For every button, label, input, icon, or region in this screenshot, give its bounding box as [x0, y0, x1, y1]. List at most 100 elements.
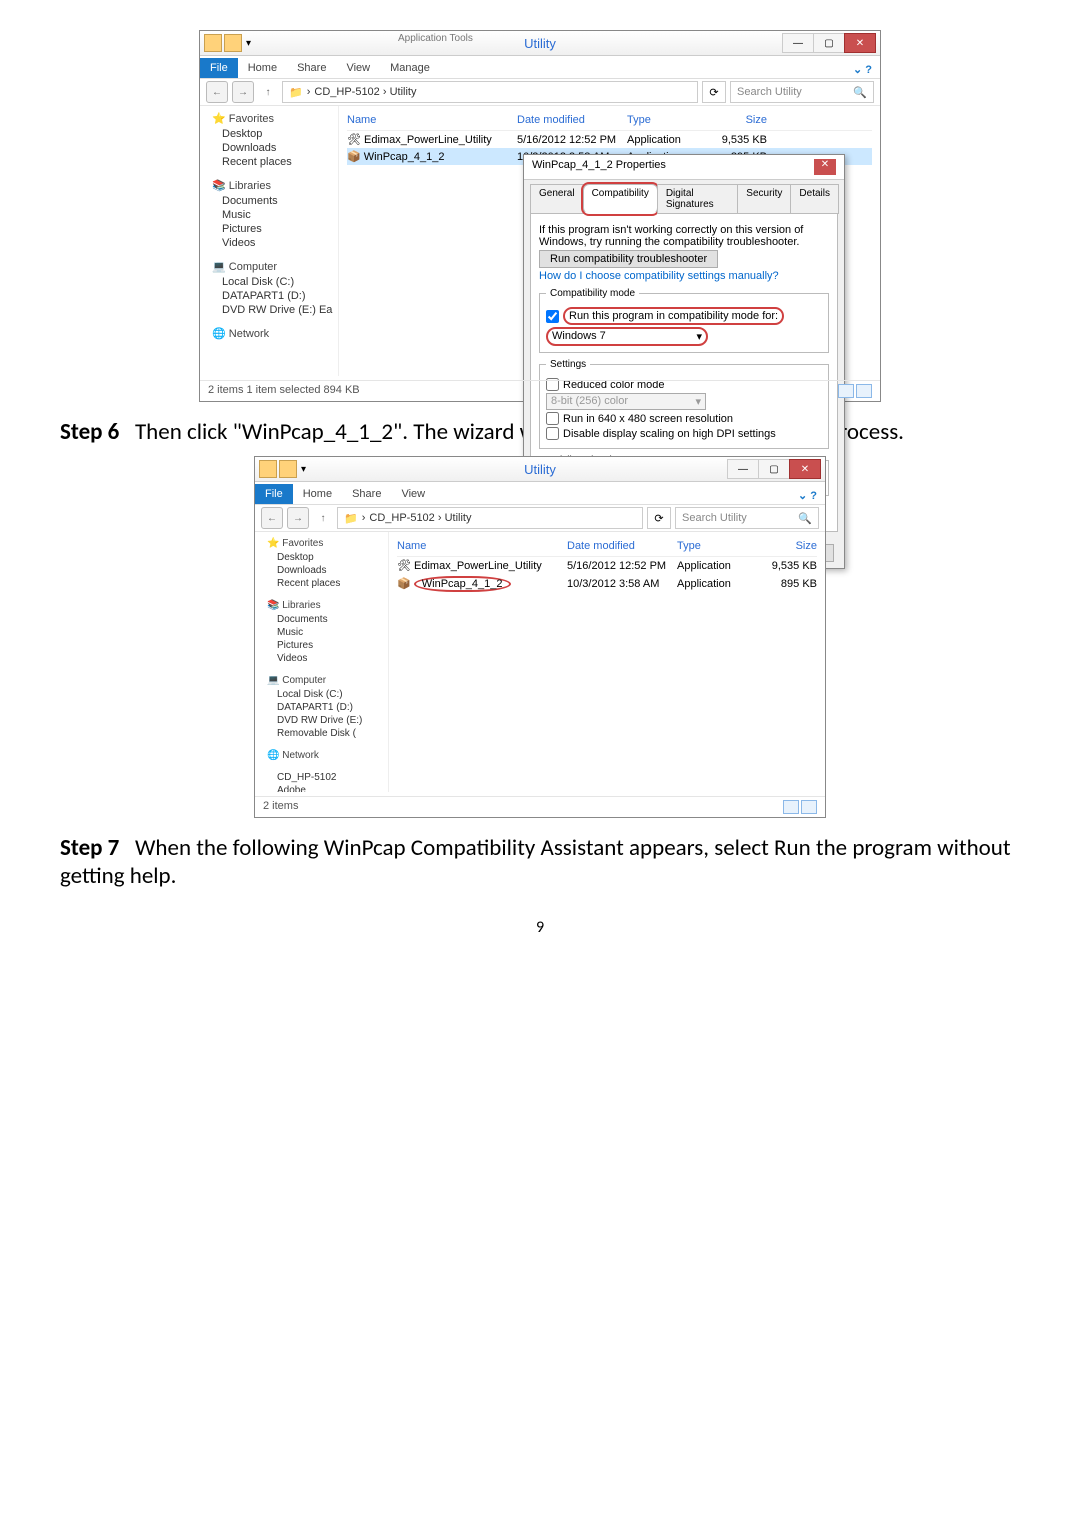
close-button[interactable]: ✕	[789, 459, 821, 479]
minimize-button[interactable]: —	[782, 33, 814, 53]
tab-general[interactable]: General	[530, 184, 584, 214]
maximize-button[interactable]: ▢	[813, 33, 845, 53]
libraries-header[interactable]: 📚 Libraries	[212, 179, 334, 192]
sidebar-desktop[interactable]: Desktop	[277, 551, 384, 564]
step7-text: Step 7 When the following WinPcap Compat…	[60, 834, 1020, 890]
breadcrumb[interactable]: 📁 › CD_HP-5102 › Utility	[282, 81, 698, 103]
help-icon[interactable]: ⌄ ?	[790, 487, 825, 504]
sidebar-drive-e[interactable]: DVD RW Drive (E:) Ea	[222, 303, 334, 317]
tab-details[interactable]: Details	[790, 184, 839, 214]
folder-icon	[204, 34, 222, 52]
refresh-button[interactable]: ⟳	[647, 507, 671, 529]
compat-mode-fieldset: Compatibility mode Run this program in c…	[539, 288, 829, 353]
sidebar-cd[interactable]: CD_HP-5102	[277, 771, 384, 784]
back-button[interactable]: ←	[261, 507, 283, 529]
ribbon-share[interactable]: Share	[287, 58, 336, 78]
sidebar-videos[interactable]: Videos	[222, 236, 334, 250]
sidebar-desktop[interactable]: Desktop	[222, 127, 334, 141]
back-button[interactable]: ←	[206, 81, 228, 103]
qat-dropdown[interactable]: ▾	[246, 38, 251, 49]
address-bar: ← → ↑ 📁 › CD_HP-5102 › Utility ⟳ Search …	[200, 79, 880, 106]
disable-dpi-checkbox[interactable]	[546, 427, 559, 440]
network-header[interactable]: 🌐 Network	[212, 327, 334, 340]
dialog-title: WinPcap_4_1_2 Properties	[532, 159, 666, 175]
tab-digital-signatures[interactable]: Digital Signatures	[657, 184, 738, 214]
file-row[interactable]: 🛠 Edimax_PowerLine_Utility5/16/2012 12:5…	[397, 557, 817, 574]
ribbon-view[interactable]: View	[336, 58, 380, 78]
tab-security[interactable]: Security	[737, 184, 791, 214]
ribbon-file[interactable]: File	[200, 58, 238, 78]
ribbon-manage[interactable]: Manage	[380, 58, 440, 78]
sidebar-documents[interactable]: Documents	[277, 613, 384, 626]
computer-header[interactable]: 💻 Computer	[267, 675, 384, 686]
sidebar-pictures[interactable]: Pictures	[222, 222, 334, 236]
sidebar-downloads[interactable]: Downloads	[277, 564, 384, 577]
refresh-button[interactable]: ⟳	[702, 81, 726, 103]
run-640x480-checkbox[interactable]	[546, 412, 559, 425]
file-row[interactable]: 📦 WinPcap_4_1_210/3/2012 3:58 AMApplicat…	[397, 574, 817, 594]
file-list: NameDate modifiedTypeSize 🛠 Edimax_Power…	[339, 106, 880, 376]
ribbon-home[interactable]: Home	[238, 58, 287, 78]
troubleshooter-button[interactable]: Run compatibility troubleshooter	[539, 250, 718, 268]
sidebar-drive-d[interactable]: DATAPART1 (D:)	[277, 701, 384, 714]
settings-fieldset: Settings Reduced color mode 8-bit (256) …	[539, 359, 829, 449]
column-headers[interactable]: NameDate modifiedTypeSize	[397, 536, 817, 557]
sidebar-removable[interactable]: Removable Disk (	[277, 727, 384, 740]
compat-mode-checkbox[interactable]	[546, 310, 559, 323]
qat-dropdown[interactable]: ▾	[301, 464, 306, 475]
view-icons[interactable]	[783, 800, 817, 814]
help-icon[interactable]: ⌄ ?	[845, 61, 880, 78]
chevron-down-icon: ▾	[696, 330, 702, 343]
sidebar-drive-c[interactable]: Local Disk (C:)	[222, 275, 334, 289]
column-headers[interactable]: NameDate modifiedTypeSize	[347, 110, 872, 131]
compat-mode-label: Run this program in compatibility mode f…	[563, 307, 784, 325]
minimize-button[interactable]: —	[727, 459, 759, 479]
compat-os-combo[interactable]: Windows 7▾	[546, 327, 708, 346]
sidebar-pictures[interactable]: Pictures	[277, 639, 384, 652]
compat-help-link[interactable]: How do I choose compatibility settings m…	[539, 270, 829, 282]
explorer-window-1: ▾ Application Tools Utility — ▢ ✕ File H…	[199, 30, 881, 402]
up-button[interactable]: ↑	[313, 508, 333, 528]
sidebar-music[interactable]: Music	[277, 626, 384, 639]
view-icons[interactable]	[838, 384, 872, 398]
favorites-header[interactable]: ⭐ Favorites	[212, 112, 334, 125]
sidebar-music[interactable]: Music	[222, 208, 334, 222]
sidebar-downloads[interactable]: Downloads	[222, 141, 334, 155]
breadcrumb[interactable]: 📁 › CD_HP-5102 › Utility	[337, 507, 643, 529]
sidebar-drive-c[interactable]: Local Disk (C:)	[277, 688, 384, 701]
sidebar-documents[interactable]: Documents	[222, 194, 334, 208]
libraries-header[interactable]: 📚 Libraries	[267, 600, 384, 611]
computer-header[interactable]: 💻 Computer	[212, 260, 334, 273]
search-icon: 🔍	[853, 86, 867, 99]
ribbon-file[interactable]: File	[255, 484, 293, 504]
folder-icon	[259, 460, 277, 478]
ribbon-share[interactable]: Share	[342, 484, 391, 504]
search-icon: 🔍	[798, 512, 812, 525]
sidebar-recent[interactable]: Recent places	[277, 577, 384, 590]
folder-icon	[224, 34, 242, 52]
ribbon-home[interactable]: Home	[293, 484, 342, 504]
close-button[interactable]: ✕	[844, 33, 876, 53]
sidebar-drive-e[interactable]: DVD RW Drive (E:)	[277, 714, 384, 727]
sidebar-adobe[interactable]: Adobe	[277, 784, 384, 792]
search-input[interactable]: Search Utility🔍	[730, 81, 874, 103]
sidebar-drive-d[interactable]: DATAPART1 (D:)	[222, 289, 334, 303]
network-header[interactable]: 🌐 Network	[267, 750, 384, 761]
ribbon-view[interactable]: View	[391, 484, 435, 504]
maximize-button[interactable]: ▢	[758, 459, 790, 479]
dialog-close-button[interactable]: ✕	[814, 159, 836, 175]
up-button[interactable]: ↑	[258, 82, 278, 102]
ribbon: File Home Share View ⌄ ?	[255, 482, 825, 505]
file-row[interactable]: 🛠 Edimax_PowerLine_Utility5/16/2012 12:5…	[347, 131, 872, 148]
sidebar-videos[interactable]: Videos	[277, 652, 384, 665]
winpcap-file-circled: WinPcap_4_1_2	[414, 576, 511, 592]
favorites-header[interactable]: ⭐ Favorites	[267, 538, 384, 549]
tab-compatibility[interactable]: Compatibility	[583, 184, 658, 214]
sidebar-recent[interactable]: Recent places	[222, 155, 334, 169]
search-input[interactable]: Search Utility🔍	[675, 507, 819, 529]
page-number: 9	[60, 918, 1020, 937]
forward-button[interactable]: →	[287, 507, 309, 529]
folder-icon: 📁	[289, 86, 303, 99]
context-tab: Application Tools	[390, 31, 481, 46]
forward-button[interactable]: →	[232, 81, 254, 103]
